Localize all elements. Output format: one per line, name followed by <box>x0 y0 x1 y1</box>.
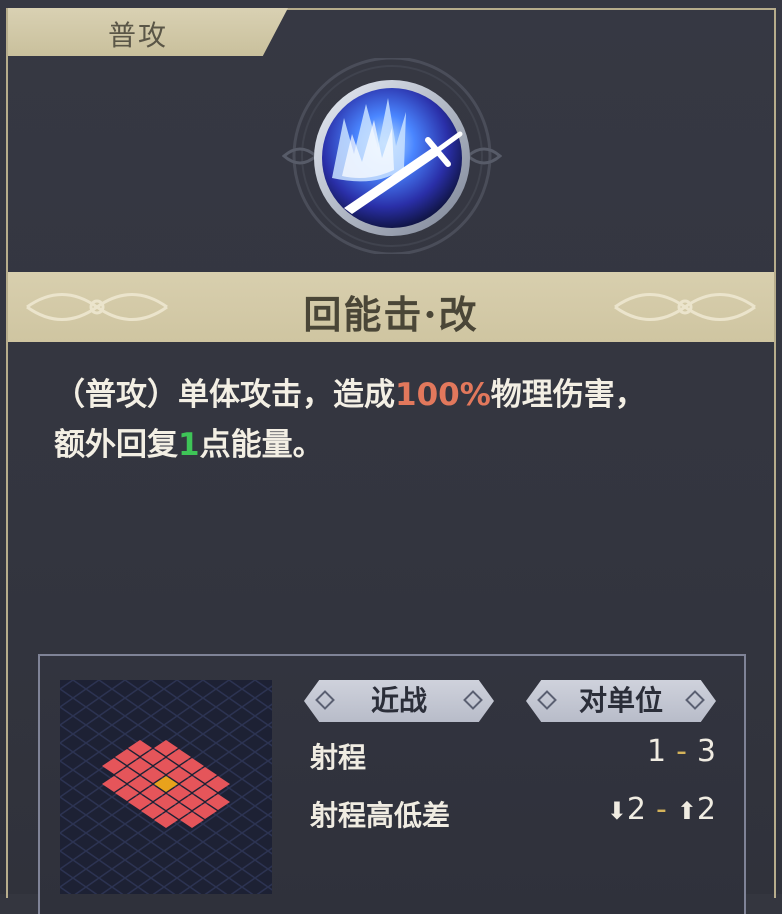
height-diff-value: ⬇2- ⬆2 <box>607 792 716 827</box>
skill-title-band: 回能击·改 <box>8 272 774 342</box>
tag-range-type: 近战 <box>304 680 494 722</box>
category-tab-label: 普攻 <box>108 19 169 52</box>
damage-percent: 100% <box>395 377 491 413</box>
description-line-1: （普攻）单体攻击，造成100%物理伤害， <box>54 370 754 420</box>
diamond-icon <box>463 690 483 710</box>
diamond-icon <box>685 690 705 710</box>
range-max: 3 <box>696 734 716 769</box>
desc-text: 额外回复 <box>54 427 178 463</box>
arrow-down-icon: ⬇ <box>606 797 627 825</box>
range-grid <box>60 680 272 894</box>
skill-description: （普攻）单体攻击，造成100%物理伤害， 额外回复1点能量。 <box>54 370 754 470</box>
diamond-icon <box>315 690 335 710</box>
height-down: 2 <box>626 792 646 827</box>
desc-text: 物理伤害， <box>490 377 646 413</box>
range-separator: - <box>676 734 687 769</box>
range-min: 1 <box>646 734 667 769</box>
desc-text: （普攻）单体攻击，造成 <box>54 377 395 413</box>
tag-target-type-label: 对单位 <box>578 684 663 717</box>
tag-target-type: 对单位 <box>526 680 716 722</box>
range-label: 射程 <box>310 741 367 774</box>
description-line-2: 额外回复1点能量。 <box>54 420 754 470</box>
range-value: 1-3 <box>647 734 716 769</box>
skill-panel: 普攻 回能击·改 （普攻）单体攻击，造成100%物理伤害， 额外回复1点能量。 … <box>0 0 782 914</box>
skill-icon <box>281 56 503 256</box>
desc-text: 点能量。 <box>199 427 324 463</box>
sword-slash-icon <box>281 56 503 256</box>
skill-name: 回能击·改 <box>303 292 479 337</box>
range-diagram <box>60 680 272 894</box>
height-separator: - <box>655 792 667 827</box>
height-up: 2 <box>696 792 716 827</box>
arrow-up-icon: ⬆ <box>676 797 697 825</box>
tag-range-type-label: 近战 <box>370 684 427 717</box>
height-diff-label: 射程高低差 <box>310 799 451 832</box>
energy-amount: 1 <box>178 427 200 463</box>
diamond-icon <box>537 690 557 710</box>
